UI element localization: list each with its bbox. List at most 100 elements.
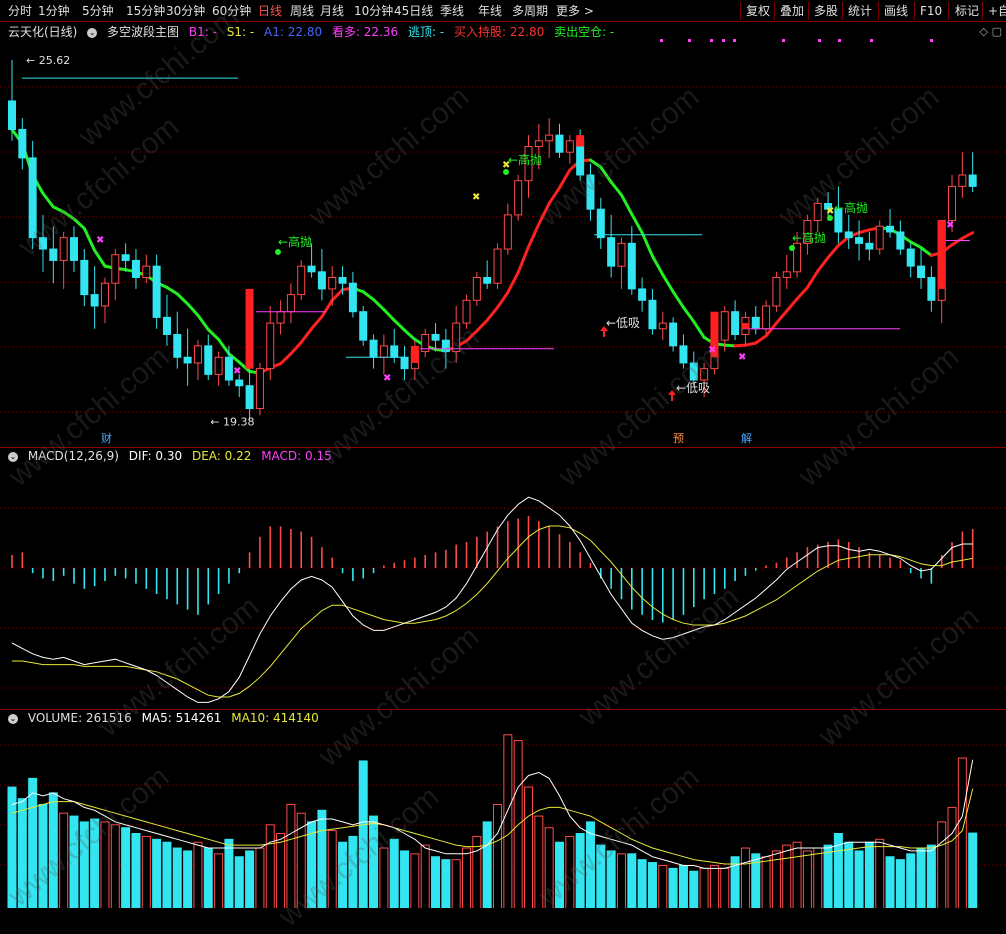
tool-2[interactable]: 多股 (814, 3, 838, 19)
volume-bar (668, 867, 678, 908)
signal-bar (741, 323, 750, 329)
gaopao-label: ←高抛 (508, 152, 542, 167)
ma-segment (609, 180, 623, 197)
ma-segment (588, 158, 603, 169)
volume-bar (441, 859, 451, 908)
volume-bar (792, 841, 802, 908)
volume-bar (451, 859, 461, 908)
high-price-label: ← 25.62 (26, 54, 70, 67)
top-tick (870, 39, 873, 42)
candle-body (400, 356, 409, 370)
ma-segment (671, 290, 685, 309)
period-6[interactable]: 日线 (258, 3, 282, 19)
volume-bar (245, 850, 255, 908)
top-tick (733, 39, 736, 42)
candle-body (514, 180, 523, 216)
candle-body (162, 316, 171, 335)
candle-body (121, 254, 130, 261)
candle-body (441, 339, 450, 353)
tool-7[interactable]: +自选 (988, 3, 1006, 19)
candle-body (255, 368, 264, 410)
tool-0[interactable]: 复权 (746, 3, 770, 19)
volume-bar (823, 844, 833, 908)
volume-chart[interactable] (0, 710, 1006, 908)
period-13[interactable]: 多周期 (512, 3, 548, 19)
period-9[interactable]: 10分钟 (354, 3, 393, 19)
candlestick-chart[interactable]: ← 25.62← 19.38←高抛←高抛←高抛←高抛←低吸←低吸✖✖✖✖✖✖✖✖… (0, 22, 1006, 447)
volume-bar (854, 850, 864, 908)
top-tick (782, 39, 785, 42)
period-4[interactable]: 30分钟 (166, 3, 205, 19)
candle-body (700, 368, 709, 381)
period-3[interactable]: 15分钟 (126, 3, 165, 19)
signal-bar (245, 288, 254, 369)
volume-bar (585, 821, 595, 908)
period-1[interactable]: 1分钟 (38, 3, 70, 19)
ma-segment (723, 343, 737, 348)
volume-bar (183, 850, 193, 908)
period-0[interactable]: 分时 (8, 3, 32, 19)
candle-body (679, 345, 688, 364)
warn-marker-icon: ✖ (472, 192, 480, 203)
sell-marker-icon: ✖ (383, 373, 391, 384)
ma-segment (485, 305, 500, 322)
candle-body (131, 259, 140, 279)
volume-bar (782, 844, 792, 908)
volume-bar (90, 818, 100, 908)
volume-bar (38, 803, 48, 908)
volume-bar (348, 835, 358, 908)
period-11[interactable]: 季线 (440, 3, 464, 19)
period-7[interactable]: 周线 (290, 3, 314, 19)
candle-body (204, 345, 213, 375)
ma-segment (661, 273, 675, 294)
volume-bar (17, 798, 27, 908)
toolbar-separator (774, 2, 775, 20)
ma-segment (919, 246, 933, 257)
candle-body (369, 339, 378, 358)
gaopao-label: ←高抛 (834, 200, 868, 215)
volume-bar (214, 853, 224, 908)
macd-panel[interactable]: ⌄ MACD(12,26,9) DIF: 0.30 DEA: 0.22 MACD… (0, 447, 1006, 709)
period-12[interactable]: 年线 (478, 3, 502, 19)
ma-segment (527, 222, 541, 249)
candle-body (90, 294, 99, 307)
sell-marker-icon: ✖ (946, 220, 954, 231)
signal-bar (576, 135, 585, 147)
ma-segment (62, 210, 76, 221)
period-8[interactable]: 月线 (320, 3, 344, 19)
main-chart-panel[interactable]: 云天化(日线) ⌄ 多空波段主图 B1: - S1: - A1: 22.80 看… (0, 22, 1006, 447)
candle-body (359, 311, 368, 341)
period-2[interactable]: 5分钟 (82, 3, 114, 19)
period-14[interactable]: 更多 > (556, 3, 594, 19)
tool-6[interactable]: 标记 (955, 3, 979, 19)
volume-bar (286, 803, 296, 908)
tool-1[interactable]: 叠加 (780, 3, 804, 19)
candle-body (545, 134, 554, 142)
ma-segment (692, 320, 706, 339)
volume-bar (203, 847, 213, 908)
candle-body (586, 174, 595, 210)
ma-segment (909, 240, 923, 250)
ma-segment (774, 309, 789, 325)
period-5[interactable]: 60分钟 (212, 3, 251, 19)
tool-3[interactable]: 统计 (848, 3, 872, 19)
tool-4[interactable]: 画线 (884, 3, 908, 19)
top-tick (660, 39, 663, 42)
volume-bar (327, 830, 337, 908)
toolbar-separator (842, 2, 843, 20)
ma-segment (795, 285, 809, 301)
volume-bar (844, 841, 854, 908)
volume-bar (575, 833, 585, 908)
candle-body (276, 311, 285, 324)
candle-body (813, 202, 822, 222)
candle-body (245, 385, 254, 410)
signal-bar (410, 345, 419, 363)
macd-chart[interactable] (0, 448, 1006, 709)
tool-5[interactable]: F10 (920, 3, 942, 19)
ma-segment (392, 318, 407, 332)
ma-segment (382, 308, 396, 322)
period-10[interactable]: 45日线 (394, 3, 433, 19)
ma-segment (465, 329, 479, 343)
toolbar-separator (948, 2, 949, 20)
volume-panel[interactable]: ⌄ VOLUME: 261516 MA5: 514261 MA10: 41414… (0, 709, 1006, 908)
